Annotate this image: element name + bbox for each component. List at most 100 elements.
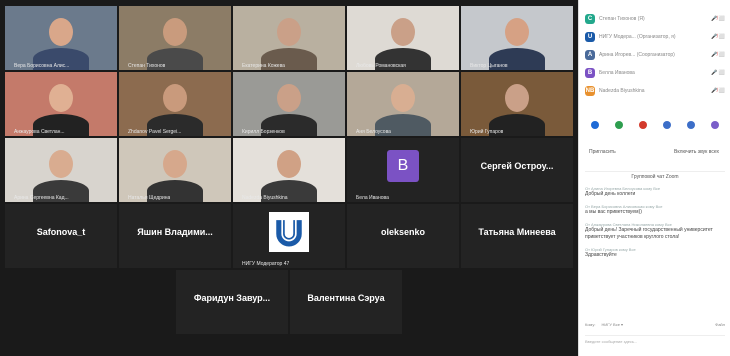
participant-name-label: НИГУ Модератор 47 xyxy=(242,261,290,267)
video-tile[interactable]: Наталья Щедрина xyxy=(119,138,231,202)
invite-button[interactable]: Пригласить xyxy=(589,149,616,155)
chat-message-text: Здравствуйте xyxy=(585,252,617,258)
video-tile[interactable]: oleksenko xyxy=(347,204,459,268)
video-feed xyxy=(5,138,117,202)
video-tile[interactable]: Екатерина Кожева xyxy=(233,6,345,70)
participant-avatar: A xyxy=(585,50,595,60)
chat-message-text: Добрый день! Заречный государственный ун… xyxy=(585,227,713,240)
reaction-icon[interactable] xyxy=(687,121,695,129)
person-head xyxy=(163,150,187,178)
video-tile[interactable]: Татьяна Минеева xyxy=(461,204,573,268)
chat-messages: От Алина Игоревна Белоусова кому Все Добр… xyxy=(585,186,725,265)
muted-mic-icon xyxy=(121,129,126,136)
video-tile[interactable]: Анжаурова Светлан... xyxy=(5,72,117,136)
video-tile[interactable]: НИГУ Модератор 47 xyxy=(233,204,345,268)
participant-avatar: C xyxy=(585,14,595,24)
muted-mic-icon xyxy=(463,129,468,136)
muted-mic-icon xyxy=(292,327,297,334)
video-feed xyxy=(461,72,573,136)
person-head xyxy=(391,84,415,112)
video-tile[interactable]: Кирилл Борзенков xyxy=(233,72,345,136)
chat-to-label: Кому: xyxy=(585,322,596,327)
reaction-icon[interactable] xyxy=(663,121,671,129)
video-tile[interactable]: Юрий Гупаров xyxy=(461,72,573,136)
chat-message: От Алина Игоревна Белоусова кому Все Добр… xyxy=(585,186,725,198)
video-tile[interactable]: Вера Борисовна Алис... xyxy=(5,6,117,70)
participant-row[interactable]: C Степан Тихонов (Я) 🎤̸ ⬜ xyxy=(585,10,725,28)
participant-name-label: Наталья Щедрина xyxy=(128,195,171,201)
muted-mic-icon xyxy=(121,195,126,202)
video-feed xyxy=(347,6,459,70)
participant-display-name: Татьяна Минеева xyxy=(478,227,556,237)
reaction-icon[interactable] xyxy=(711,121,719,129)
person-head xyxy=(277,18,301,46)
video-feed xyxy=(233,6,345,70)
person-head xyxy=(49,84,73,112)
video-tile[interactable]: Арина Сергеевна Кад... xyxy=(5,138,117,202)
participant-display-name: Safonova_t xyxy=(36,227,86,237)
unmute-all-button[interactable]: Включить звук всех xyxy=(674,149,719,155)
participant-name: Nadezda Biyushkina xyxy=(599,88,645,94)
video-tile[interactable]: Валентина Сэруа xyxy=(290,270,402,334)
video-tile[interactable]: Фаридун Завур... xyxy=(176,270,288,334)
person-head xyxy=(391,18,415,46)
file-button[interactable]: Файл xyxy=(715,322,725,327)
video-tile[interactable]: Аня Белоусова xyxy=(347,72,459,136)
university-logo-icon xyxy=(269,212,309,252)
video-tile[interactable]: Сергей Остроу... xyxy=(461,138,573,202)
participant-name-label: Степан Тихонов xyxy=(128,63,166,69)
muted-mic-icon xyxy=(235,129,240,136)
muted-mic-icon xyxy=(121,63,126,70)
video-feed xyxy=(119,6,231,70)
reaction-icon[interactable] xyxy=(639,121,647,129)
video-feed xyxy=(5,6,117,70)
video-tile[interactable]: Степан Тихонов xyxy=(119,6,231,70)
chat-to-select[interactable]: НИГУ Все ▾ xyxy=(601,322,623,327)
muted-mic-icon xyxy=(463,261,468,268)
participant-name-label: Nadezda Biyushkina xyxy=(242,195,288,201)
muted-mic-icon xyxy=(178,327,183,334)
chat-message: От Юрий Гупаров кому Все Здравствуйте xyxy=(585,247,725,259)
participant-status-icons[interactable]: 🎤̸ ⬜ xyxy=(711,16,725,22)
video-tile[interactable]: Яшин Владими... xyxy=(119,204,231,268)
muted-mic-icon xyxy=(349,261,354,268)
participant-name-label: Арина Сергеевна Кад... xyxy=(14,195,69,201)
participant-name-label: Виктор Цыганов xyxy=(470,63,508,69)
person-head xyxy=(277,84,301,112)
participants-list: C Степан Тихонов (Я) 🎤̸ ⬜ U НИГУ Модера... (… xyxy=(585,10,725,100)
zoom-app: Вера Борисовна Алис... Степан Тихонов Екат… xyxy=(0,0,730,356)
video-tile[interactable]: Zhdanov Pavel Sergei... xyxy=(119,72,231,136)
person-head xyxy=(163,84,187,112)
chat-input[interactable]: Введите сообщение здесь... xyxy=(585,335,725,347)
participant-name-label: Бела Иванова xyxy=(356,195,389,201)
participant-status-icons[interactable]: 🎤 ⬜ xyxy=(711,70,725,76)
participant-avatar: B xyxy=(585,68,595,78)
reactions-bar xyxy=(591,121,719,129)
participant-avatar: NB xyxy=(585,86,595,96)
reaction-icon[interactable] xyxy=(615,121,623,129)
video-tile[interactable]: Любовь Романовская xyxy=(347,6,459,70)
participant-name-label: Екатерина Кожева xyxy=(242,63,285,69)
reaction-icon[interactable] xyxy=(591,121,599,129)
video-feed xyxy=(119,138,231,202)
participant-row[interactable]: U НИГУ Модера... (Организатор, я) 🎤̸ ⬜ xyxy=(585,28,725,46)
video-tile[interactable]: B Бела Иванова xyxy=(347,138,459,202)
participant-row[interactable]: B Белла Иванова 🎤 ⬜ xyxy=(585,64,725,82)
participant-name-label: Анжаурова Светлан... xyxy=(14,129,65,135)
muted-mic-icon xyxy=(463,63,468,70)
participant-row[interactable]: A Арина Игорев... (Соорганизатор) 🎤̸ ⬜ xyxy=(585,46,725,64)
muted-mic-icon xyxy=(121,261,126,268)
video-tile[interactable]: Nadezda Biyushkina xyxy=(233,138,345,202)
participant-status-icons[interactable]: 🎤̸ ⬜ xyxy=(711,34,725,40)
video-feed xyxy=(5,72,117,136)
participant-display-name: Сергей Остроу... xyxy=(480,161,554,171)
video-tile[interactable]: Виктор Цыганов xyxy=(461,6,573,70)
participant-name-label: Вера Борисовна Алис... xyxy=(14,63,70,69)
video-tile[interactable]: Safonova_t xyxy=(5,204,117,268)
participant-row[interactable]: NB Nadezda Biyushkina 🎤̸ ⬜ xyxy=(585,82,725,100)
avatar: B xyxy=(387,150,419,182)
participant-status-icons[interactable]: 🎤̸ ⬜ xyxy=(711,52,725,58)
participant-status-icons[interactable]: 🎤̸ ⬜ xyxy=(711,88,725,94)
participant-name-label: Юрий Гупаров xyxy=(470,129,504,135)
person-head xyxy=(49,150,73,178)
